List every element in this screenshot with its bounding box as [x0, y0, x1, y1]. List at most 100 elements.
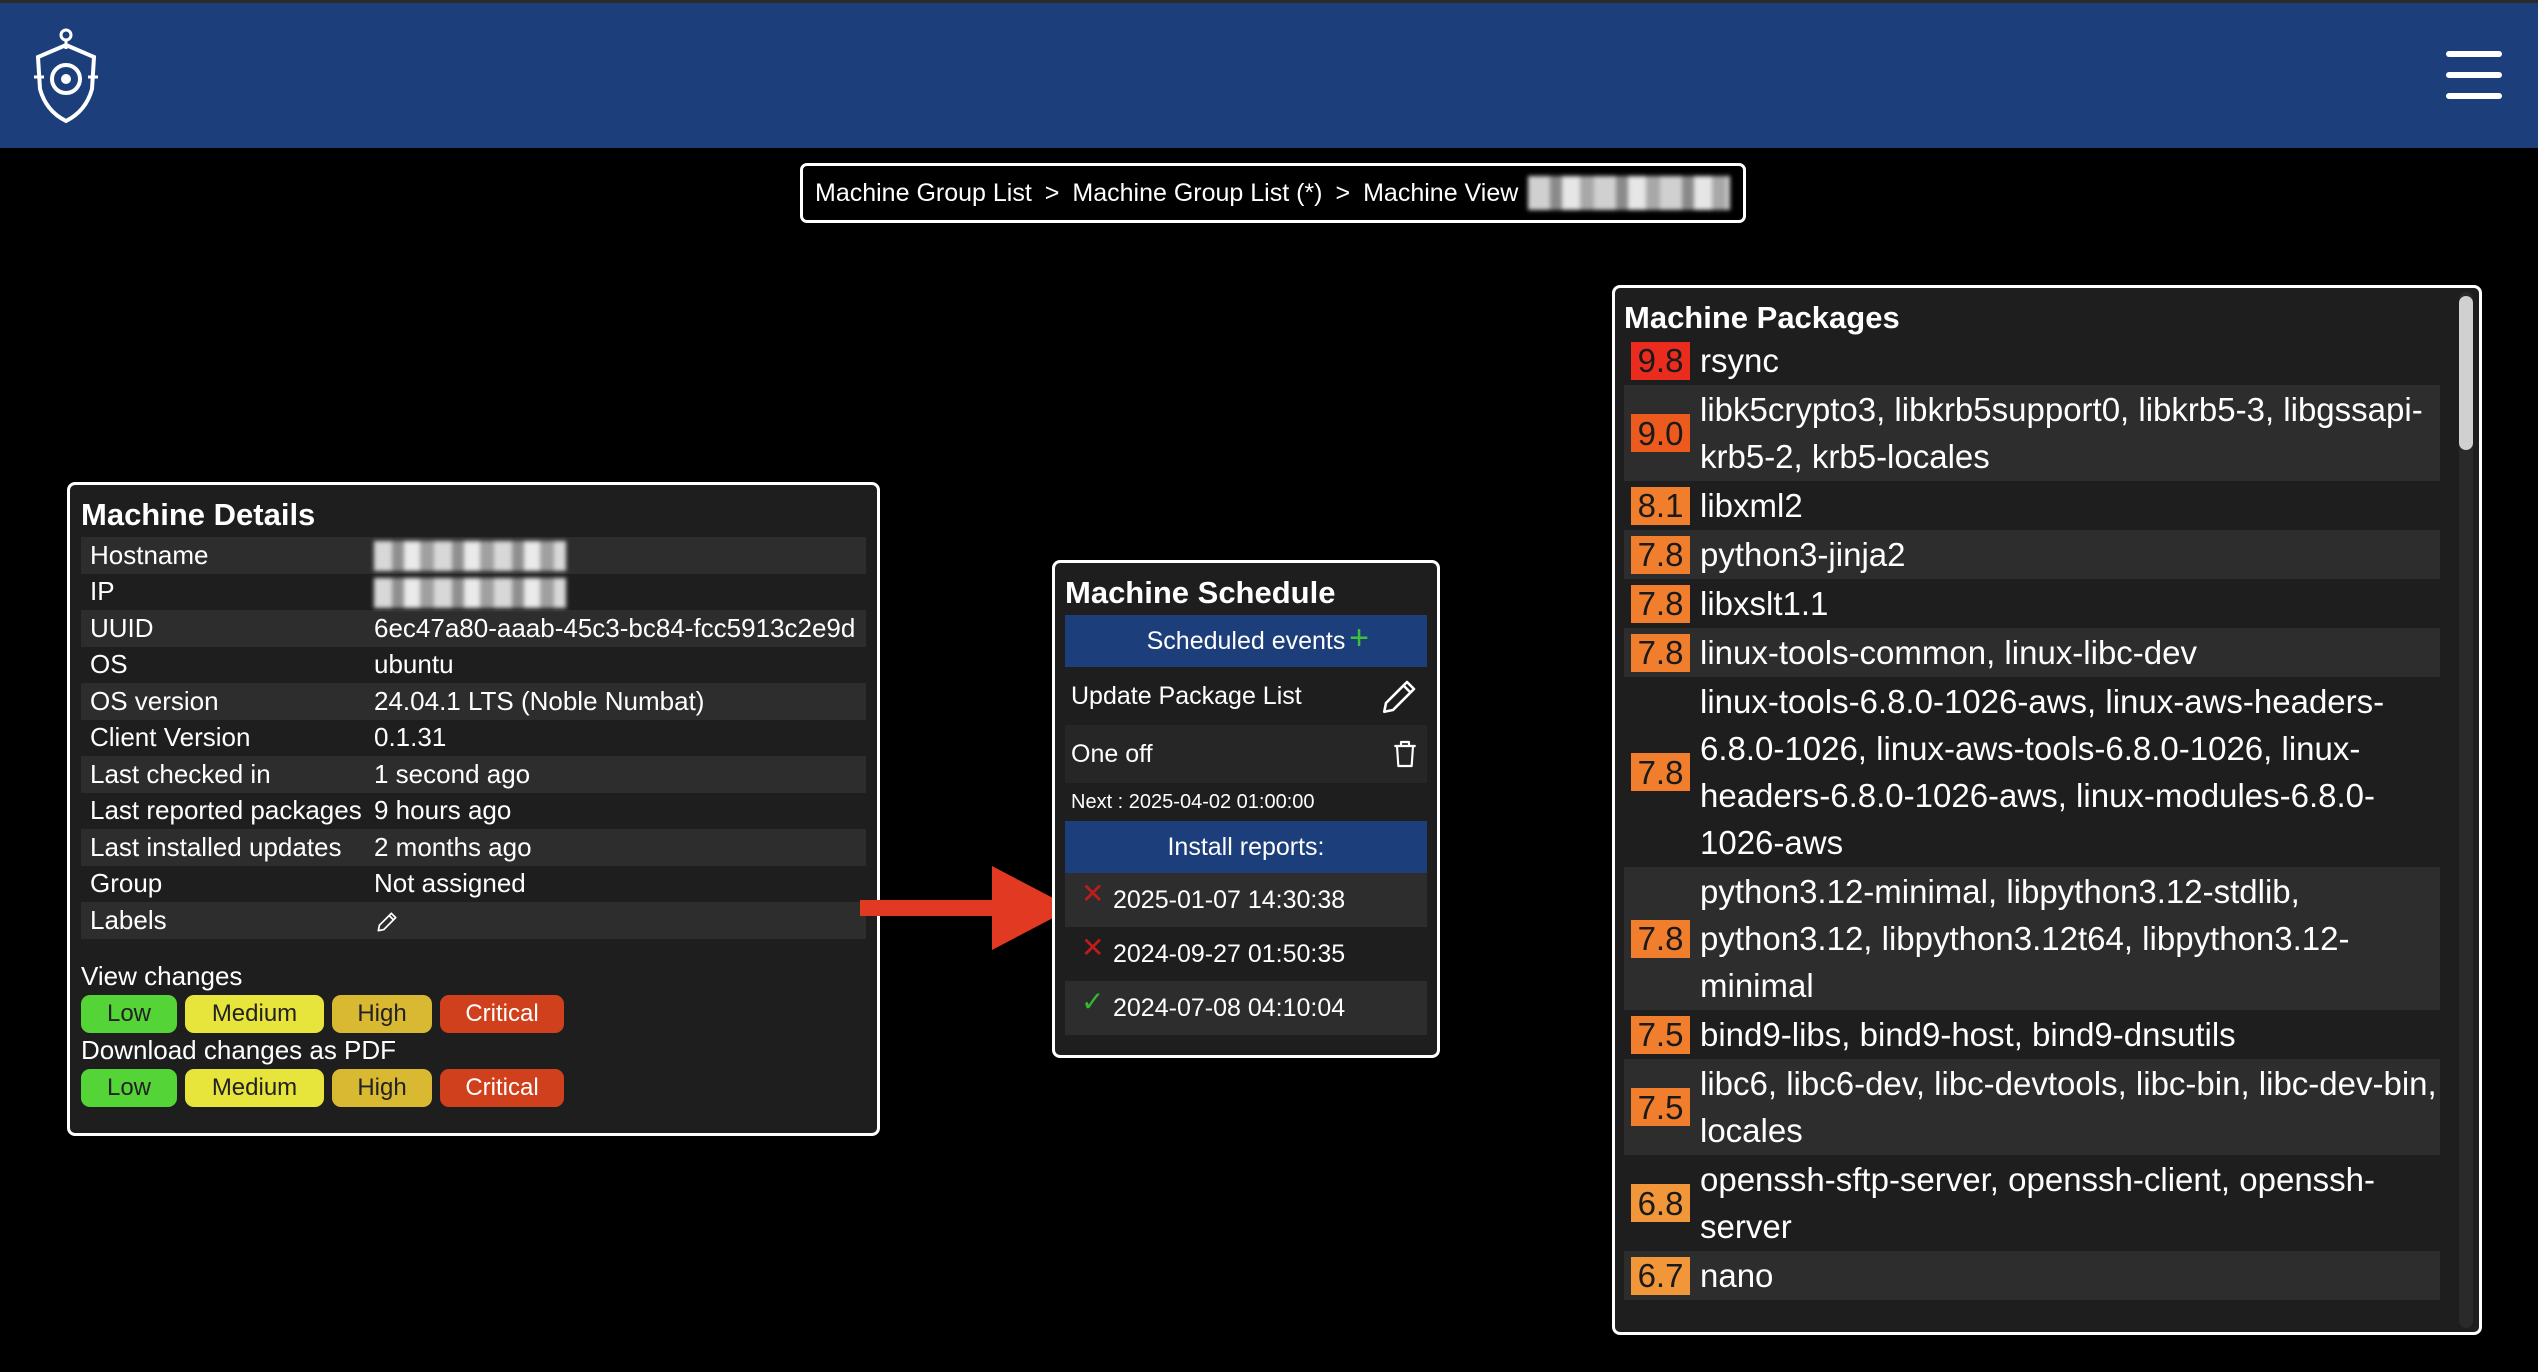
cvss-score-badge: 7.5	[1631, 1015, 1690, 1054]
install-report-item[interactable]: ✕ 2024-09-27 01:50:35	[1065, 927, 1427, 981]
detail-key: Last reported packages	[90, 795, 362, 826]
hamburger-menu-icon[interactable]	[2446, 51, 2502, 99]
delete-event-trash-icon[interactable]	[1389, 737, 1421, 771]
event-type: One off	[1071, 739, 1153, 768]
detail-key: UUID	[81, 610, 365, 647]
list-item[interactable]: 7.8 python3.12-minimal, libpython3.12-std…	[1624, 867, 2440, 1010]
view-changes-label: View changes	[81, 960, 243, 991]
machine-details-panel: Machine Details Hostname IP UUID 6ec47a80…	[67, 482, 880, 1136]
redacted-machine-name	[1528, 176, 1731, 210]
redacted-ip	[374, 577, 566, 608]
package-names: rsync	[1700, 342, 1779, 379]
scheduled-events-label: Scheduled events	[1146, 626, 1346, 655]
table-row: IP	[81, 574, 866, 611]
cvss-score-badge: 7.8	[1631, 753, 1690, 791]
view-medium-button[interactable]: Medium	[185, 994, 324, 1033]
download-high-button[interactable]: High	[332, 1068, 432, 1107]
top-navbar	[0, 0, 2538, 148]
list-item[interactable]: 7.8 linux-tools-common, linux-libc-dev	[1624, 628, 2440, 677]
list-item[interactable]: 7.5 bind9-libs, bind9-host, bind9-dnsutil…	[1624, 1010, 2440, 1059]
detail-value: 1 second ago	[365, 756, 866, 793]
failed-x-icon: ✕	[1081, 878, 1105, 909]
detail-value: 24.04.1 LTS (Noble Numbat)	[365, 683, 866, 720]
next-run-time: Next : 2025-04-02 01:00:00	[1071, 790, 1315, 813]
package-names: libk5crypto3, libkrb5support0, libkrb5-3…	[1700, 391, 2423, 475]
table-row: Hostname	[81, 537, 866, 574]
table-row: Client Version 0.1.31	[81, 720, 866, 757]
install-report-item[interactable]: ✕ 2025-01-07 14:30:38	[1065, 873, 1427, 927]
table-row: Last checked in 1 second ago	[81, 756, 866, 793]
detail-value: 0.1.31	[374, 722, 447, 753]
cvss-score-badge: 6.8	[1631, 1184, 1690, 1222]
machine-details-title: Machine Details	[81, 497, 316, 532]
cvss-score-badge: 9.0	[1631, 414, 1690, 452]
cvss-score-badge: 7.8	[1631, 919, 1690, 958]
cvss-score-badge: 7.8	[1631, 535, 1690, 574]
install-report-item[interactable]: ✓ 2024-07-08 04:10:04	[1065, 981, 1427, 1035]
scheduled-events-header: Scheduled events +	[1065, 615, 1427, 667]
package-names: linux-tools-6.8.0-1026-aws, linux-aws-he…	[1700, 683, 2385, 861]
event-name: Update Package List	[1071, 681, 1302, 710]
detail-key: Labels	[81, 902, 365, 939]
package-names: python3-jinja2	[1700, 536, 1906, 573]
download-medium-button[interactable]: Medium	[185, 1068, 324, 1107]
detail-key: Client Version	[90, 722, 251, 753]
edit-event-pencil-icon[interactable]	[1379, 675, 1421, 717]
detail-value: 6ec47a80-aaab-45c3-bc84-fcc5913c2e9d	[365, 610, 866, 647]
package-names: libxml2	[1700, 487, 1803, 524]
detail-value: 2 months ago	[365, 829, 866, 866]
download-pdf-buttons: Low Medium High Critical	[81, 1068, 867, 1107]
list-item[interactable]: 6.8 openssh-sftp-server, openssh-client, …	[1624, 1155, 2440, 1251]
report-timestamp: 2025-01-07 14:30:38	[1113, 885, 1346, 914]
table-row: Group Not assigned	[81, 866, 866, 903]
view-low-button[interactable]: Low	[81, 994, 177, 1033]
red-arrow-annotation	[860, 866, 1072, 950]
cvss-score-badge: 7.5	[1631, 1088, 1690, 1126]
list-item[interactable]: 8.1 libxml2	[1624, 481, 2440, 530]
detail-value	[365, 574, 866, 611]
table-row: Labels	[81, 902, 866, 939]
list-item[interactable]: 9.0 libk5crypto3, libkrb5support0, libkrb…	[1624, 385, 2440, 481]
list-item[interactable]: 7.8 python3-jinja2	[1624, 530, 2440, 579]
cvss-score-badge: 7.8	[1631, 633, 1690, 672]
package-names: linux-tools-common, linux-libc-dev	[1700, 634, 2197, 671]
machine-schedule-panel: Machine Schedule Scheduled events + Upda…	[1052, 560, 1440, 1058]
redacted-hostname	[374, 541, 566, 572]
shield-gear-logo-icon[interactable]	[26, 27, 106, 127]
table-row: Last installed updates 2 months ago	[81, 829, 866, 866]
package-names: python3.12-minimal, libpython3.12-stdlib…	[1700, 873, 2350, 1004]
table-row: UUID 6ec47a80-aaab-45c3-bc84-fcc5913c2e9d	[81, 610, 866, 647]
view-high-button[interactable]: High	[332, 994, 432, 1033]
package-names: openssh-sftp-server, openssh-client, ope…	[1700, 1161, 2376, 1245]
breadcrumb-item-machine-view[interactable]: Machine View	[1363, 179, 1518, 208]
install-reports-label: Install reports:	[1167, 832, 1325, 861]
detail-value: 9 hours ago	[374, 795, 512, 826]
package-names: bind9-libs, bind9-host, bind9-dnsutils	[1700, 1016, 2236, 1053]
list-item[interactable]: 7.5 libc6, libc6-dev, libc-devtools, libc…	[1624, 1059, 2440, 1155]
event-name-row: Update Package List	[1065, 667, 1427, 725]
packages-scrollbar[interactable]	[2459, 292, 2473, 1328]
report-timestamp: 2024-07-08 04:10:04	[1113, 993, 1346, 1022]
failed-x-icon: ✕	[1081, 932, 1105, 963]
breadcrumb-item-machine-group-list-filtered[interactable]: Machine Group List (*)	[1072, 179, 1322, 208]
detail-value: ubuntu	[374, 649, 454, 680]
breadcrumb-item-machine-group-list[interactable]: Machine Group List	[815, 179, 1032, 208]
edit-labels-pencil-icon[interactable]	[374, 909, 400, 935]
list-item[interactable]: 7.8 linux-tools-6.8.0-1026-aws, linux-aws…	[1624, 677, 2440, 867]
scrollbar-thumb[interactable]	[2459, 296, 2473, 450]
success-checkmark-icon: ✓	[1081, 986, 1105, 1017]
cvss-score-badge: 6.7	[1631, 1256, 1690, 1295]
view-critical-button[interactable]: Critical	[440, 994, 564, 1033]
package-names: libc6, libc6-dev, libc-devtools, libc-bi…	[1700, 1065, 2437, 1149]
list-item[interactable]: 6.7 nano	[1624, 1251, 2440, 1300]
breadcrumb-separator: >	[1044, 178, 1060, 207]
list-item[interactable]: 9.8 rsync	[1624, 336, 2440, 385]
list-item[interactable]: 7.8 libxslt1.1	[1624, 579, 2440, 628]
cvss-score-badge: 7.8	[1631, 584, 1690, 623]
view-changes-buttons: Low Medium High Critical	[81, 994, 867, 1033]
package-names: nano	[1700, 1257, 1774, 1294]
add-event-plus-icon[interactable]: +	[1349, 621, 1369, 655]
event-type-row: One off	[1065, 725, 1427, 783]
download-low-button[interactable]: Low	[81, 1068, 177, 1107]
download-critical-button[interactable]: Critical	[440, 1068, 564, 1107]
